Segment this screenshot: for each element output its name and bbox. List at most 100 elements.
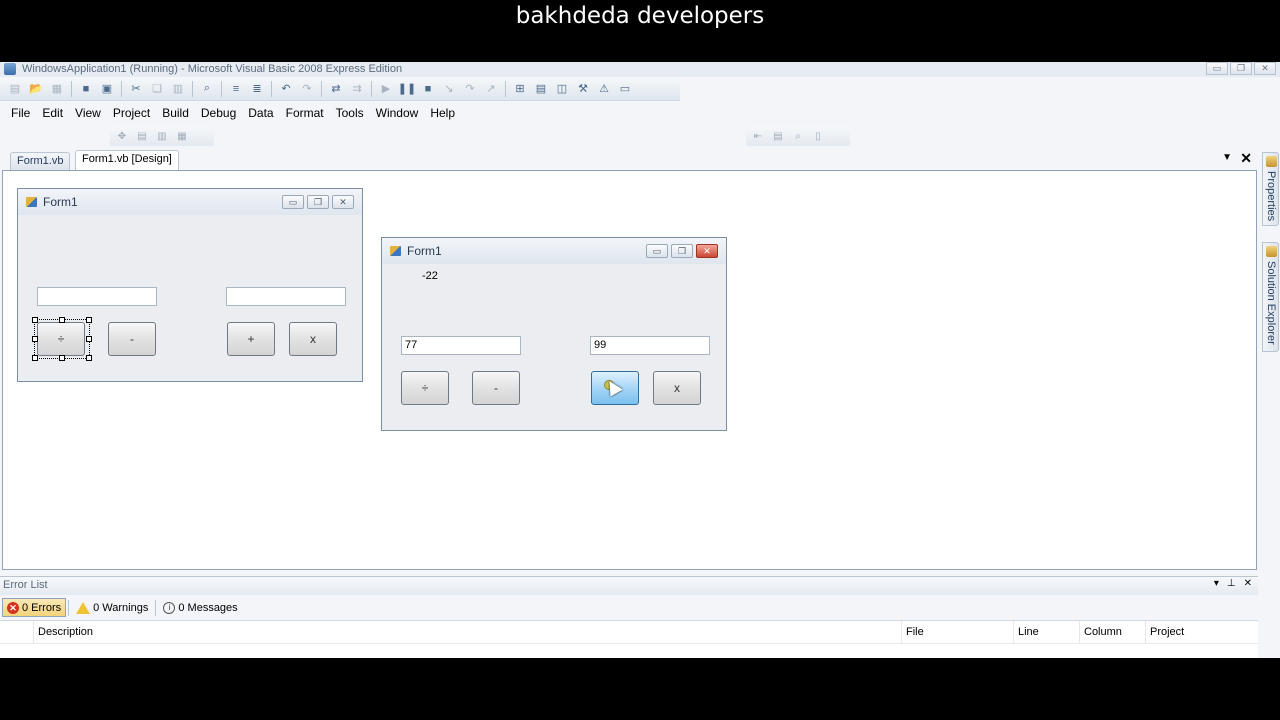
panel-dropdown-icon[interactable]: ▾	[1214, 578, 1219, 589]
step-out-icon[interactable]: ↗	[482, 80, 500, 98]
menu-file[interactable]: File	[5, 102, 36, 124]
command-window-icon[interactable]: ▭	[616, 80, 634, 98]
subtract-button[interactable]: -	[472, 371, 520, 405]
errors-filter-button[interactable]: ✕ 0 Errors	[2, 598, 67, 617]
panel-close-icon[interactable]: ✕	[1244, 578, 1252, 589]
divide-button[interactable]: ÷	[401, 371, 449, 405]
resize-handle[interactable]	[32, 317, 38, 323]
number-input-1[interactable]: 77	[401, 336, 521, 355]
form-close-icon[interactable]: ✕	[696, 244, 718, 258]
messages-filter-button[interactable]: i 0 Messages	[158, 598, 242, 617]
resize-handle[interactable]	[32, 336, 38, 342]
toolbar-separator	[192, 80, 193, 97]
menu-tools[interactable]: Tools	[330, 102, 370, 124]
bring-front-icon[interactable]: ▤	[134, 128, 150, 144]
minimize-button[interactable]: ▭	[1206, 62, 1228, 75]
resize-handle[interactable]	[86, 336, 92, 342]
delete-icon[interactable]: ▯	[810, 128, 826, 144]
grid-divider	[0, 643, 1258, 644]
column-header-file[interactable]: File	[902, 621, 1014, 643]
redo-icon[interactable]: ↷	[298, 80, 316, 98]
column-header-line[interactable]: Line	[1014, 621, 1080, 643]
menu-help[interactable]: Help	[424, 102, 461, 124]
resize-handle[interactable]	[59, 317, 65, 323]
object-browser-icon[interactable]: ◫	[553, 80, 571, 98]
zoom-icon[interactable]: ⌕	[790, 128, 806, 144]
resize-handle[interactable]	[32, 355, 38, 361]
close-button[interactable]: ✕	[1254, 62, 1276, 75]
column-header-column[interactable]: Column	[1080, 621, 1146, 643]
design-form[interactable]: Form1 ▭ ❐ ✕ ÷ - + x	[17, 188, 363, 382]
navigate-icon[interactable]: ⇄	[327, 80, 345, 98]
layout-toolbar: ✥ ▤ ▥ ▦	[110, 126, 214, 146]
column-header-project[interactable]: Project	[1146, 621, 1258, 643]
design-subtract-button[interactable]: -	[108, 322, 156, 356]
stop-icon[interactable]: ■	[419, 80, 437, 98]
indent-icon[interactable]: ⇤	[750, 128, 766, 144]
copy-icon[interactable]: ❏	[148, 80, 166, 98]
menu-data[interactable]: Data	[242, 102, 279, 124]
menu-project[interactable]: Project	[107, 102, 156, 124]
design-textbox-1[interactable]	[37, 287, 157, 306]
align-icon[interactable]: ✥	[114, 128, 130, 144]
toolbar-separator	[221, 80, 222, 97]
multiply-button[interactable]: x	[653, 371, 701, 405]
info-icon: i	[163, 601, 176, 614]
menu-edit[interactable]: Edit	[36, 102, 69, 124]
warnings-filter-button[interactable]: 0 Warnings	[71, 598, 153, 617]
open-icon[interactable]: 📂	[27, 80, 45, 98]
new-project-icon[interactable]: ▤	[6, 80, 24, 98]
menu-build[interactable]: Build	[156, 102, 195, 124]
resize-handle[interactable]	[86, 317, 92, 323]
pin-icon[interactable]: ⊥	[1227, 578, 1236, 589]
error-list-icon[interactable]: ⚠	[595, 80, 613, 98]
resize-handle[interactable]	[59, 355, 65, 361]
uncomment-icon[interactable]: ≣	[248, 80, 266, 98]
comment-icon[interactable]: ≡	[227, 80, 245, 98]
step-into-icon[interactable]: ↘	[440, 80, 458, 98]
find-icon[interactable]: ⌕	[198, 80, 216, 98]
form-icon	[390, 246, 401, 256]
document-tabs: Form1.vb Form1.vb [Design] ▼ ✕	[0, 150, 1258, 170]
paste-icon[interactable]: ▥	[169, 80, 187, 98]
design-add-button[interactable]: +	[227, 322, 275, 356]
running-form[interactable]: Form1 ▭ ❐ ✕ -22 77 99 ÷ - + x	[381, 237, 727, 431]
ide-window: WindowsApplication1 (Running) - Microsof…	[0, 62, 1280, 659]
solution-explorer-icon[interactable]: ⊞	[511, 80, 529, 98]
tab-close-icon[interactable]: ✕	[1240, 150, 1252, 167]
form-close-icon: ✕	[332, 195, 354, 209]
navigate-forward-icon[interactable]: ⇉	[348, 80, 366, 98]
design-multiply-button[interactable]: x	[289, 322, 337, 356]
toolbox-icon[interactable]: ⚒	[574, 80, 592, 98]
solution-explorer-side-tab[interactable]: Solution Explorer	[1262, 242, 1279, 352]
send-back-icon[interactable]: ▥	[154, 128, 170, 144]
form-maximize-icon[interactable]: ❐	[671, 244, 693, 258]
pause-icon[interactable]: ❚❚	[398, 80, 416, 98]
restore-button[interactable]: ❐	[1230, 62, 1252, 75]
add-item-icon[interactable]: ▦	[48, 80, 66, 98]
column-header-icon[interactable]	[0, 621, 34, 643]
properties-side-tab[interactable]: Properties	[1262, 152, 1279, 226]
running-form-titlebar[interactable]: Form1 ▭ ❐ ✕	[382, 238, 726, 264]
start-icon[interactable]: ▶	[377, 80, 395, 98]
column-header-description[interactable]: Description	[34, 621, 902, 643]
save-all-icon[interactable]: ▣	[98, 80, 116, 98]
design-textbox-2[interactable]	[226, 287, 346, 306]
tab-form1-design[interactable]: Form1.vb [Design]	[75, 150, 179, 170]
undo-icon[interactable]: ↶	[277, 80, 295, 98]
resize-handle[interactable]	[86, 355, 92, 361]
menu-format[interactable]: Format	[280, 102, 330, 124]
tab-order-icon[interactable]: ▦	[174, 128, 190, 144]
tab-dropdown-icon[interactable]: ▼	[1222, 152, 1232, 163]
menu-debug[interactable]: Debug	[195, 102, 242, 124]
cut-icon[interactable]: ✂	[127, 80, 145, 98]
menu-view[interactable]: View	[69, 102, 107, 124]
step-over-icon[interactable]: ↷	[461, 80, 479, 98]
properties-icon[interactable]: ▤	[532, 80, 550, 98]
tab-form1-code[interactable]: Form1.vb	[10, 152, 71, 170]
number-input-2[interactable]: 99	[590, 336, 710, 355]
form-minimize-icon[interactable]: ▭	[646, 244, 668, 258]
menu-window[interactable]: Window	[370, 102, 425, 124]
outdent-icon[interactable]: ▤	[770, 128, 786, 144]
save-icon[interactable]: ■	[77, 80, 95, 98]
